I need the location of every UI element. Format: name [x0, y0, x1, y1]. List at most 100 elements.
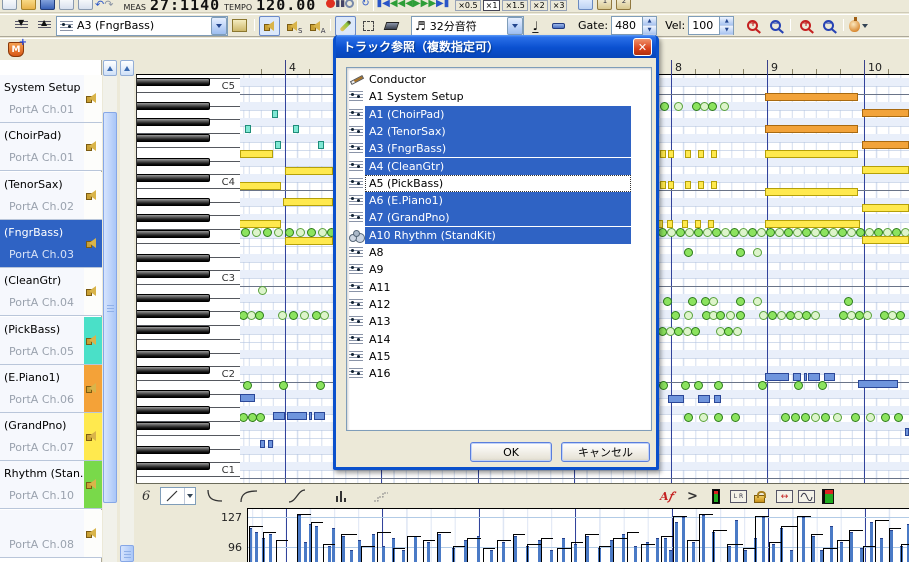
dialog-track-item[interactable]: Conductor: [347, 71, 651, 89]
note-circle[interactable]: [784, 228, 793, 237]
track-scrollbar[interactable]: [103, 60, 117, 562]
note-bar[interactable]: [862, 141, 909, 149]
note-circle[interactable]: [818, 381, 827, 390]
note-circle[interactable]: [739, 228, 748, 237]
dialog-track-item[interactable]: A13: [347, 313, 651, 331]
note-circle[interactable]: [866, 413, 875, 422]
piano-key-black[interactable]: [137, 462, 210, 470]
note-circle[interactable]: [709, 297, 718, 306]
note-circle[interactable]: [691, 327, 700, 336]
note-circle[interactable]: [894, 413, 903, 422]
note-bar[interactable]: [285, 237, 333, 245]
event-list-view-icon[interactable]: [578, 0, 594, 10]
note-circle[interactable]: [731, 413, 740, 422]
note-bar[interactable]: [314, 412, 325, 420]
accent-button[interactable]: >: [687, 487, 698, 505]
random-button[interactable]: [334, 487, 350, 505]
close-icon[interactable]: ✕: [633, 38, 652, 56]
piano-key-black[interactable]: [137, 390, 210, 398]
velocity-meter-button[interactable]: [712, 487, 720, 505]
note-bar[interactable]: [862, 109, 909, 117]
add-marker-icon[interactable]: M: [8, 37, 27, 57]
speed-x15-button[interactable]: ×1.5: [502, 0, 528, 11]
pen-tool-icon[interactable]: 6: [142, 487, 150, 505]
piano-key-black[interactable]: [137, 198, 210, 206]
note-circle[interactable]: [659, 381, 668, 390]
speaker-icon[interactable]: [86, 334, 98, 346]
note-bar[interactable]: [711, 181, 717, 189]
note-circle[interactable]: [255, 311, 264, 320]
new-file-icon[interactable]: [2, 0, 17, 10]
note-circle[interactable]: [896, 311, 905, 320]
track-row[interactable]: (ChoirPad) PortA Ch.01: [0, 123, 102, 172]
piano-key-black[interactable]: [137, 230, 210, 238]
dialog-track-item[interactable]: A11: [347, 279, 651, 297]
curve-r-button[interactable]: [240, 487, 258, 505]
note-circle[interactable]: [811, 311, 820, 320]
go-end-icon[interactable]: ▶▮: [436, 0, 449, 9]
piano-key-black[interactable]: [137, 118, 210, 126]
pianoroll-scrollbar-thumb[interactable]: [120, 545, 134, 562]
track-row[interactable]: (FngrBass) PortA Ch.03: [0, 219, 102, 268]
note-bar[interactable]: [275, 141, 281, 149]
track-row[interactable]: (GrandPno) PortA Ch.07: [0, 413, 102, 462]
note-circle[interactable]: [733, 327, 742, 336]
note-circle[interactable]: [279, 381, 288, 390]
note-circle[interactable]: [296, 228, 305, 237]
note-bar[interactable]: [708, 220, 714, 228]
note-circle[interactable]: [748, 228, 757, 237]
note-circle[interactable]: [724, 327, 733, 336]
dialog-track-item[interactable]: A10 Rhythm (StandKit): [347, 226, 651, 245]
redo-icon[interactable]: ↷: [104, 0, 113, 11]
speaker-icon[interactable]: [86, 140, 98, 152]
document-icon[interactable]: [59, 0, 74, 10]
note-bar[interactable]: [667, 220, 673, 228]
note-bar[interactable]: [793, 373, 801, 381]
note-circle[interactable]: [674, 102, 683, 111]
note-circle[interactable]: [829, 228, 838, 237]
note-circle[interactable]: [736, 297, 745, 306]
eraser-tool-button[interactable]: [381, 16, 402, 36]
note-circle[interactable]: [252, 228, 261, 237]
note-circle[interactable]: [759, 311, 768, 320]
note-circle[interactable]: [726, 311, 735, 320]
note-circle[interactable]: [768, 311, 777, 320]
note-bar[interactable]: [698, 181, 704, 189]
gate-value[interactable]: 480: [612, 17, 642, 34]
note-bar[interactable]: [824, 373, 835, 381]
note-bar[interactable]: [668, 150, 674, 158]
note-bar[interactable]: [765, 93, 858, 101]
note-circle[interactable]: [320, 311, 329, 320]
note-circle[interactable]: [712, 228, 721, 237]
note-circle[interactable]: [844, 297, 853, 306]
note-circle[interactable]: [736, 248, 745, 257]
note-bar[interactable]: [765, 150, 858, 158]
note-circle[interactable]: [721, 228, 730, 237]
record-icon[interactable]: [326, 0, 336, 8]
note-bar[interactable]: [240, 182, 281, 190]
track-selector[interactable]: A3 (FngrBass): [56, 15, 228, 36]
select-tool-button[interactable]: [358, 16, 379, 36]
note-circle[interactable]: [274, 228, 283, 237]
dialog-track-list[interactable]: Conductor A1 System Setup A1 (ChoirPad) A2 …: [346, 67, 652, 431]
note-circle[interactable]: [811, 228, 820, 237]
note-bar[interactable]: [698, 150, 704, 158]
note-circle[interactable]: [791, 413, 800, 422]
note-circle[interactable]: [730, 228, 739, 237]
dialog-track-item[interactable]: A5 (PickBass): [347, 174, 651, 193]
note-bar[interactable]: [668, 181, 674, 189]
note-circle[interactable]: [847, 228, 856, 237]
note-value-selector[interactable]: ♬ 32分音符: [411, 15, 524, 36]
undo-icon[interactable]: ↶: [95, 0, 104, 11]
note-circle[interactable]: [263, 228, 272, 237]
note-bar[interactable]: [240, 150, 273, 158]
track-row[interactable]: (TenorSax) PortA Ch.02: [0, 171, 102, 220]
onion-skin-button[interactable]: [848, 16, 869, 36]
dialog-track-item[interactable]: A4 (CleanGtr): [347, 157, 651, 176]
note-circle[interactable]: [318, 228, 327, 237]
note-bar[interactable]: [695, 220, 701, 228]
dialog-track-item[interactable]: A12: [347, 296, 651, 314]
note-circle[interactable]: [793, 228, 802, 237]
note-circle[interactable]: [658, 228, 667, 237]
note-circle[interactable]: [757, 228, 766, 237]
